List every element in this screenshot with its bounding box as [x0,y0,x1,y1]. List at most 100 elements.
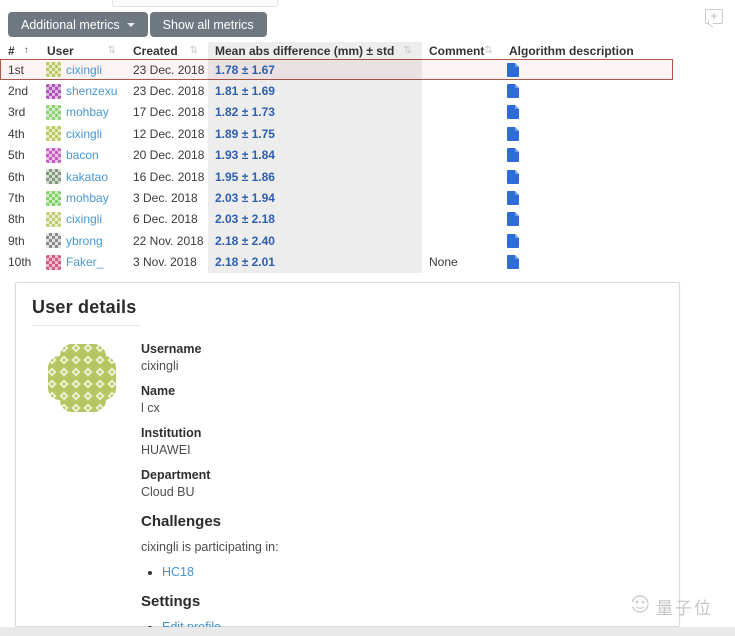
column-label: User [47,43,74,58]
column-header[interactable]: # ↑ [0,42,40,59]
column-label: Created [133,43,178,58]
rank-cell: 9th [8,233,25,248]
sort-icon[interactable]: ⇅ [108,45,116,56]
user-cell: mohbay [40,102,126,123]
user-link[interactable]: kakatao [66,170,108,184]
user-link[interactable]: cixingli [66,63,102,77]
algorithm-doc-icon[interactable] [507,148,519,163]
algorithm-doc-icon[interactable] [507,169,519,184]
table-row: 7th mohbay 3 Dec. 2018 2.03 ± 1.94 [0,187,673,209]
created-cell: 6 Dec. 2018 [133,212,198,227]
additional-metrics-label: Additional metrics [21,17,120,32]
show-all-metrics-button[interactable]: Show all metrics [149,12,267,37]
created-cell: 23 Dec. 2018 [133,84,205,99]
created-cell: 17 Dec. 2018 [133,105,205,120]
mean-cell: 2.18 ± 2.40 [208,230,422,252]
sort-icon[interactable]: ⇅ [190,45,198,56]
algorithm-doc-icon[interactable] [507,126,519,141]
table-row: 8th cixingli 6 Dec. 2018 2.03 ± 2.18 [0,208,673,231]
qbitai-logo-icon [629,593,651,620]
user-cell: cixingli [40,209,126,230]
table-row: 10th Faker_ 3 Nov. 2018 2.18 ± 2.01 None [0,251,673,273]
user-link[interactable]: bacon [66,148,99,162]
algorithm-doc-icon[interactable] [507,62,519,77]
bottom-strip [0,627,735,636]
user-cell: shenzexu [40,80,126,101]
user-identicon [46,104,61,120]
table-body: 1st cixingli 23 Dec. 2018 1.78 ± 1.67 2n… [0,59,673,273]
algorithm-doc-icon[interactable] [507,105,519,120]
algorithm-cell [502,166,673,187]
watermark: 量子位 [629,593,713,620]
mean-cell: 1.95 ± 1.86 [208,165,422,188]
comment-cell [422,166,502,187]
field-label-department: Department [141,468,211,482]
algorithm-doc-icon[interactable] [507,233,519,248]
user-link[interactable]: mohbay [66,105,109,119]
sort-ascending-icon[interactable]: ↑ [24,45,29,56]
additional-metrics-button[interactable]: Additional metrics [8,12,148,37]
comment-cell [422,145,502,166]
user-identicon [46,83,61,99]
comment-cell [422,59,502,80]
user-cell: Faker_ [40,252,126,273]
algorithm-doc-icon[interactable] [507,255,519,270]
algorithm-cell [502,145,673,166]
column-header[interactable]: User ⇅ [40,42,126,59]
list-item: HC18 [162,565,279,579]
created-cell: 23 Dec. 2018 [133,62,205,77]
user-link[interactable]: Faker_ [66,255,103,269]
comment-cell [422,187,502,208]
panel-content: Username cixingli Name l cx Institution … [32,342,663,636]
algorithm-cell [502,252,673,273]
column-header[interactable]: Algorithm description [502,42,673,59]
column-header[interactable]: Mean abs difference (mm) ± std ⇅ [208,42,422,59]
mean-cell: 1.89 ± 1.75 [208,123,422,145]
sort-icon[interactable]: ⇅ [404,45,412,56]
comment-cell [422,123,502,144]
field-label-name: Name [141,384,176,398]
comment-cell [422,230,502,251]
user-link[interactable]: ybrong [66,234,103,248]
mean-cell: 2.03 ± 1.94 [208,187,422,209]
table-row: 4th cixingli 12 Dec. 2018 1.89 ± 1.75 [0,123,673,145]
created-cell: 20 Dec. 2018 [133,148,205,163]
algorithm-doc-icon[interactable] [507,84,519,99]
user-cell: kakatao [40,166,126,187]
user-link[interactable]: cixingli [66,127,102,141]
algorithm-cell [502,102,673,123]
column-label: # [8,43,15,58]
rank-cell: 5th [8,148,25,163]
rank-cell: 8th [8,212,25,227]
rank-cell: 1st [8,62,25,77]
comment-cell: None [429,255,458,270]
user-identicon [46,169,61,185]
user-cell: cixingli [40,123,126,144]
challenge-link-hc18[interactable]: HC18 [162,565,194,579]
page: Additional metrics Show all metrics + # ↑… [0,0,735,636]
user-link[interactable]: mohbay [66,191,109,205]
created-cell: 3 Nov. 2018 [133,255,197,270]
created-cell: 16 Dec. 2018 [133,169,205,184]
user-identicon [46,211,61,227]
column-header[interactable]: Comment ⇅ [422,42,502,59]
user-cell: bacon [40,145,126,166]
challenges-heading: Challenges [141,513,222,530]
algorithm-doc-icon[interactable] [507,212,519,227]
user-link[interactable]: shenzexu [66,84,117,98]
algorithm-doc-icon[interactable] [507,191,519,206]
comment-cell [422,209,502,230]
field-label-username: Username [141,342,202,356]
sort-icon[interactable]: ⇅ [484,45,492,56]
table-row: 6th kakatao 16 Dec. 2018 1.95 ± 1.86 [0,165,673,188]
table-row: 3rd mohbay 17 Dec. 2018 1.82 ± 1.73 [0,101,673,124]
column-header[interactable]: Created ⇅ [126,42,208,59]
algorithm-cell [502,209,673,230]
add-annotation-icon[interactable]: + [705,9,723,24]
table-row: 9th ybrong 22 Nov. 2018 2.18 ± 2.40 [0,230,673,252]
user-link[interactable]: cixingli [66,212,102,226]
leaderboard-table: # ↑ User ⇅ Created ⇅ Mean abs difference (mm) … [0,42,673,273]
rank-cell: 2nd [8,84,29,99]
mean-cell: 1.81 ± 1.69 [208,80,422,102]
mean-cell: 2.03 ± 2.18 [208,208,422,231]
